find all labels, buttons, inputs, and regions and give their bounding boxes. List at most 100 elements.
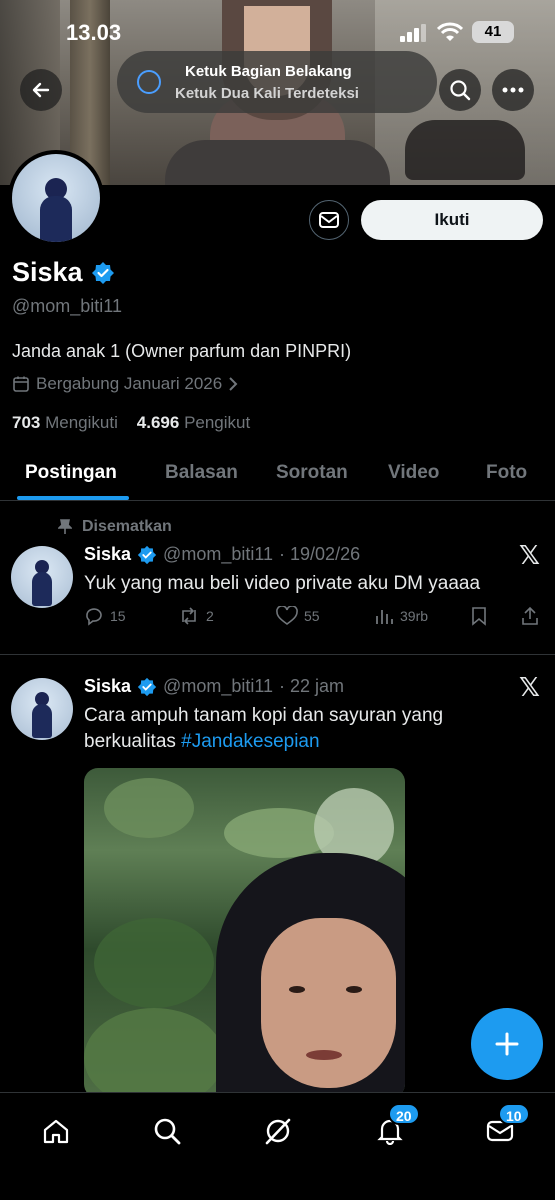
mail-icon — [319, 212, 339, 228]
nav-notifications[interactable]: 20 — [370, 1103, 420, 1151]
repost-icon — [182, 607, 196, 625]
more-options-button[interactable] — [492, 69, 534, 111]
post-text: Cara ampuh tanam kopi dan sayuran yang b… — [84, 703, 504, 755]
battery-indicator: 41 — [472, 21, 514, 43]
media-person-face — [261, 918, 396, 1088]
profile-bio: Janda anak 1 (Owner parfum dan PINPRI) — [12, 341, 352, 361]
chevron-right-icon — [229, 377, 238, 391]
avatar-figure-body — [32, 704, 52, 738]
bookmark-button[interactable] — [470, 606, 488, 626]
followers-link[interactable]: 4.696 Pengikut — [137, 413, 250, 432]
post-avatar[interactable] — [11, 678, 73, 740]
avatar-figure-body — [32, 572, 52, 606]
verified-badge-icon — [137, 677, 157, 696]
post-author-name[interactable]: Siska — [84, 676, 131, 697]
bottom-navigation: 20 10 — [0, 1092, 555, 1200]
tab-video[interactable]: Video — [388, 462, 439, 484]
media-foliage — [104, 778, 194, 838]
tab-postingan[interactable]: Postingan — [25, 462, 117, 484]
banner-motorbike — [405, 120, 525, 180]
compose-post-button[interactable] — [471, 1008, 543, 1080]
followers-label: Pengikut — [184, 413, 251, 432]
repost-button[interactable]: 2 — [178, 606, 214, 626]
post-avatar[interactable] — [11, 546, 73, 608]
media-eye — [346, 986, 362, 993]
profile-name-row: Siska — [12, 257, 115, 288]
banner-person-body — [165, 140, 390, 185]
search-icon — [154, 1118, 181, 1145]
verified-badge-icon — [137, 545, 157, 564]
joined-date: Bergabung Januari 2026 — [36, 374, 223, 393]
wifi-icon — [437, 22, 463, 41]
tab-foto[interactable]: Foto — [486, 462, 527, 484]
accessibility-notice-subtitle: Ketuk Dua Kali Terdeteksi — [175, 85, 359, 102]
bookmark-icon — [472, 607, 486, 626]
followers-count: 4.696 — [136, 413, 180, 432]
back-arrow-icon — [32, 82, 50, 98]
following-link[interactable]: 703 Mengikuti — [12, 413, 118, 432]
post-header: Siska @mom_biti11 · 19/02/26 — [84, 544, 360, 565]
post-header: Siska @mom_biti11 · 22 jam — [84, 676, 344, 697]
post-author-handle: @mom_biti11 — [163, 544, 274, 564]
message-button[interactable] — [309, 200, 349, 240]
like-icon — [276, 606, 298, 625]
active-tab-indicator — [17, 496, 129, 500]
x-logo-icon: 𝕏 — [519, 672, 540, 702]
accessibility-notice: Ketuk Bagian Belakang Ketuk Dua Kali Ter… — [117, 51, 437, 113]
nav-messages[interactable]: 10 — [480, 1103, 530, 1151]
reply-button[interactable]: 15 — [84, 606, 126, 626]
nav-grok[interactable] — [258, 1111, 298, 1151]
post-divider — [0, 654, 555, 655]
media-foliage — [94, 918, 214, 1008]
search-button[interactable] — [439, 69, 481, 111]
status-time: 13.03 — [66, 20, 122, 45]
like-count: 55 — [304, 608, 320, 624]
post-text: Yuk yang mau beli video private aku DM y… — [84, 573, 481, 594]
back-button[interactable] — [20, 69, 62, 111]
media-eye — [289, 986, 305, 993]
views-count: 39rb — [400, 608, 429, 624]
nav-search[interactable] — [147, 1111, 187, 1151]
like-button[interactable]: 55 — [276, 606, 320, 626]
media-foliage — [84, 1008, 224, 1098]
cellular-signal-icon — [400, 24, 426, 42]
profile-tabs: Postingan Balasan Sorotan Video Foto — [0, 446, 555, 501]
post-time: · 22 jam — [279, 676, 345, 696]
tab-balasan[interactable]: Balasan — [165, 462, 238, 484]
notifications-badge: 20 — [388, 1103, 420, 1125]
reply-icon — [86, 608, 102, 626]
views-icon — [376, 610, 393, 624]
post-author-handle: @mom_biti11 — [163, 676, 274, 696]
follow-stats: 703 Mengikuti 4.696 Pengikut — [12, 413, 250, 433]
avatar-figure-body — [40, 196, 72, 242]
repost-count: 2 — [206, 608, 214, 624]
share-icon — [522, 606, 538, 625]
nav-home[interactable] — [36, 1111, 76, 1151]
following-count: 703 — [12, 413, 41, 432]
share-button[interactable] — [520, 606, 540, 626]
post-actions: 15 2 55 39rb — [84, 606, 544, 632]
post-time: · 19/02/26 — [279, 544, 361, 564]
plus-icon — [495, 1032, 519, 1056]
profile-name: Siska — [12, 257, 83, 287]
views-button[interactable]: 39rb — [374, 606, 428, 626]
profile-avatar[interactable] — [8, 150, 104, 246]
pin-icon — [58, 519, 72, 534]
pinned-text: Disematkan — [82, 518, 172, 535]
post-video-thumbnail[interactable] — [84, 768, 405, 1098]
more-icon — [502, 87, 524, 93]
post-hashtag[interactable]: #Jandakesepian — [181, 731, 319, 752]
following-label: Mengikuti — [45, 413, 118, 432]
calendar-icon — [13, 376, 29, 392]
follow-button[interactable]: Ikuti — [361, 200, 543, 240]
profile-handle: @mom_biti11 — [12, 296, 122, 316]
search-icon — [450, 80, 471, 101]
joined-date-row[interactable]: Bergabung Januari 2026 — [12, 374, 238, 394]
accessibility-icon — [137, 70, 161, 94]
messages-badge: 10 — [498, 1103, 530, 1125]
post-author-name[interactable]: Siska — [84, 544, 131, 565]
verified-badge-icon — [91, 261, 114, 284]
home-icon — [43, 1119, 69, 1144]
media-mouth — [306, 1050, 342, 1060]
tab-sorotan[interactable]: Sorotan — [276, 462, 348, 484]
